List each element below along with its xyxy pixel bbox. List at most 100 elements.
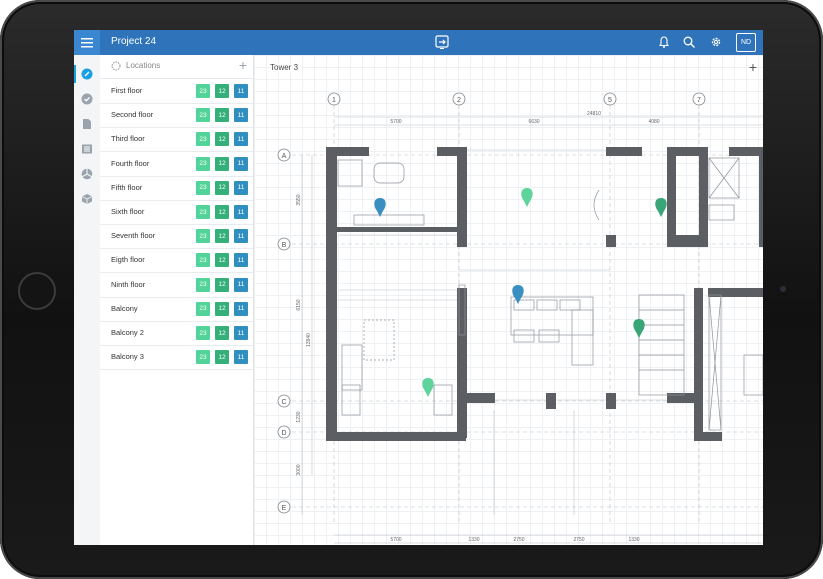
count-badge-teal[interactable]: 12	[215, 253, 229, 268]
count-badge-blue[interactable]: 11	[234, 277, 248, 292]
dim-side-1: 3550	[296, 194, 302, 205]
location-row[interactable]: Fifth floor 23 12 11	[100, 176, 253, 201]
document-icon[interactable]	[81, 118, 93, 130]
count-badge-blue[interactable]: 11	[234, 350, 248, 365]
list-icon[interactable]	[81, 143, 93, 155]
user-avatar[interactable]: ND	[736, 33, 756, 52]
locations-panel: Locations + First floor 23 12 11 Second floo…	[100, 55, 254, 545]
location-row[interactable]: Fourth floor 23 12 11	[100, 152, 253, 177]
count-badge-teal[interactable]: 12	[215, 132, 229, 147]
count-badge-blue[interactable]: 11	[234, 84, 248, 98]
menu-button[interactable]	[74, 30, 100, 55]
menu-icon	[81, 37, 93, 47]
pin-marker-green-2[interactable]	[655, 198, 667, 217]
location-row[interactable]: First floor 23 12 11	[100, 79, 253, 104]
count-badge-teal[interactable]: 12	[215, 350, 229, 365]
count-badge-green[interactable]: 23	[196, 180, 210, 195]
gear-icon[interactable]	[709, 35, 723, 49]
count-badge-teal[interactable]: 12	[215, 180, 229, 195]
axis-row-a: A	[282, 153, 287, 160]
count-badge-teal[interactable]: 12	[215, 277, 229, 292]
location-row[interactable]: Balcony 23 12 11	[100, 297, 253, 322]
count-badge-blue[interactable]: 11	[234, 301, 248, 316]
count-badge-teal[interactable]: 12	[215, 156, 229, 171]
dim-bottom-1: 5700	[390, 537, 401, 543]
count-badge-green[interactable]: 23	[196, 253, 210, 268]
location-name: Fourth floor	[111, 158, 150, 168]
tablet-frame: Project 24 ND Locations + First floor 23…	[0, 0, 823, 579]
count-badge-blue[interactable]: 11	[234, 180, 248, 195]
count-badge-green[interactable]: 23	[196, 108, 210, 123]
location-row[interactable]: Eigth floor 23 12 11	[100, 248, 253, 274]
count-badge-blue[interactable]: 11	[234, 205, 248, 219]
location-row[interactable]: Balcony 3 23 12 11	[100, 345, 253, 371]
target-icon	[111, 61, 121, 71]
locations-title: Locations	[126, 61, 161, 70]
location-row[interactable]: Second floor 23 12 11	[100, 103, 253, 129]
count-badge-green[interactable]: 23	[196, 350, 210, 365]
sync-icon[interactable]	[434, 34, 450, 50]
bell-icon[interactable]	[657, 35, 671, 49]
check-icon[interactable]	[81, 93, 93, 105]
location-row[interactable]: Balcony 2 23 12 11	[100, 321, 253, 346]
dim-bottom-4: 2750	[573, 537, 584, 543]
dim-top-1: 5700	[390, 119, 401, 125]
location-pins	[374, 188, 667, 397]
count-badge-blue[interactable]: 11	[234, 108, 248, 123]
count-badge-teal[interactable]: 12	[215, 205, 229, 219]
location-name: Balcony 3	[111, 352, 144, 362]
floor-plan-drawing: 1 2 5 7 A B C D E 5700 6630 24810 4080 5…	[277, 92, 763, 544]
count-badge-green[interactable]: 23	[196, 301, 210, 316]
search-icon[interactable]	[682, 35, 696, 49]
pin-marker-green-4[interactable]	[422, 378, 434, 397]
axis-row-e: E	[282, 505, 287, 512]
count-badge-green[interactable]: 23	[196, 132, 210, 147]
pin-marker-green-1[interactable]	[521, 188, 533, 207]
location-name: Balcony	[111, 303, 138, 313]
floor-plan-canvas[interactable]: 1 2 5 7 A B C D E 5700 6630 24810 4080 5…	[254, 55, 763, 545]
count-badge-green[interactable]: 23	[196, 277, 210, 292]
rail-active-indicator	[74, 65, 76, 83]
add-plan-button[interactable]: +	[749, 59, 757, 75]
dim-side-5: 3000	[296, 464, 302, 475]
location-name: Balcony 2	[111, 328, 144, 337]
cube-icon[interactable]	[81, 193, 93, 205]
pin-marker-blue-1[interactable]	[374, 198, 386, 217]
count-badge-teal[interactable]: 12	[215, 326, 229, 340]
count-badge-blue[interactable]: 11	[234, 229, 248, 244]
count-badge-blue[interactable]: 11	[234, 253, 248, 268]
chart-icon[interactable]	[81, 168, 93, 180]
location-name: Ninth floor	[111, 279, 146, 289]
pin-marker-green-3[interactable]	[633, 319, 645, 338]
location-name: Third floor	[111, 134, 145, 144]
home-button[interactable]	[18, 272, 56, 310]
dim-bottom-2: 1330	[468, 537, 479, 543]
count-badge-blue[interactable]: 11	[234, 132, 248, 147]
add-location-button[interactable]: +	[239, 57, 247, 73]
location-row[interactable]: Seventh floor 23 12 11	[100, 224, 253, 250]
locations-header: Locations +	[100, 55, 253, 79]
count-badge-teal[interactable]: 12	[215, 108, 229, 123]
dim-bottom-5: 1330	[628, 537, 639, 543]
location-name: Seventh floor	[111, 231, 156, 241]
location-row[interactable]: Sixth floor 23 12 11	[100, 200, 253, 225]
count-badge-blue[interactable]: 11	[234, 326, 248, 340]
count-badge-blue[interactable]: 11	[234, 156, 248, 171]
dim-side-3: 13940	[306, 333, 312, 347]
axis-col-5: 5	[608, 97, 612, 104]
location-name: First floor	[111, 86, 143, 95]
count-badge-green[interactable]: 23	[196, 326, 210, 340]
count-badge-teal[interactable]: 12	[215, 84, 229, 98]
count-badge-green[interactable]: 23	[196, 229, 210, 244]
count-badge-green[interactable]: 23	[196, 205, 210, 219]
count-badge-teal[interactable]: 12	[215, 229, 229, 244]
location-row[interactable]: Third floor 23 12 11	[100, 127, 253, 153]
count-badge-teal[interactable]: 12	[215, 301, 229, 316]
pin-icon[interactable]	[81, 68, 93, 80]
axis-row-c: C	[281, 399, 286, 406]
dim-top-4: 4080	[648, 119, 659, 125]
count-badge-green[interactable]: 23	[196, 84, 210, 98]
dim-bottom-3: 2750	[513, 537, 524, 543]
location-row[interactable]: Ninth floor 23 12 11	[100, 273, 253, 298]
count-badge-green[interactable]: 23	[196, 156, 210, 171]
